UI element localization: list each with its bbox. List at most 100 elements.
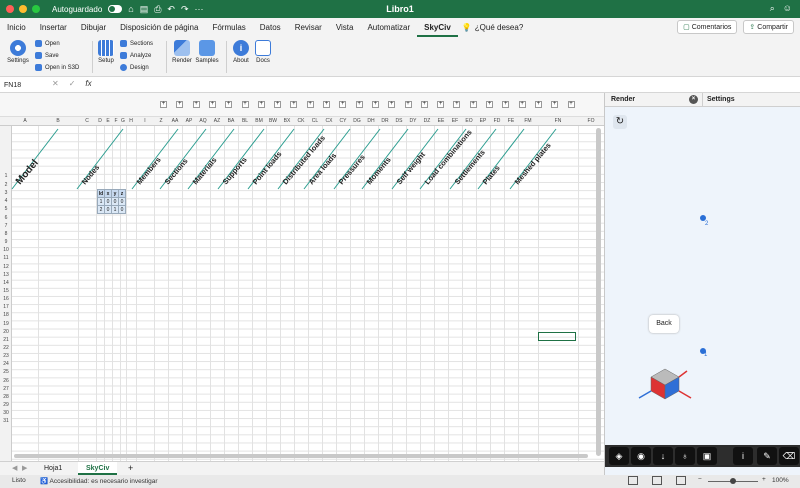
table-header-cell[interactable]: Id: [97, 189, 105, 198]
row-header[interactable]: 23: [0, 353, 12, 359]
ribbon-tab-disposici-n-de-p-gina[interactable]: Disposición de página: [113, 18, 205, 37]
render-tab[interactable]: Render: [611, 96, 635, 103]
ribbon-tab-dibujar[interactable]: Dibujar: [74, 18, 113, 37]
row-header[interactable]: 15: [0, 288, 12, 294]
row-header[interactable]: 20: [0, 329, 12, 335]
row-header[interactable]: 10: [0, 247, 12, 253]
row-header[interactable]: 27: [0, 386, 12, 392]
selected-cell[interactable]: [538, 332, 576, 341]
row-header[interactable]: 6: [0, 215, 12, 221]
tell-me[interactable]: 💡 ¿Qué desea?: [462, 23, 523, 32]
add-sheet-button[interactable]: +: [120, 462, 141, 475]
page-layout-icon[interactable]: [652, 476, 662, 485]
back-button[interactable]: Back: [649, 315, 679, 333]
table-cell[interactable]: 1: [111, 205, 119, 214]
ribbon-tab-inicio[interactable]: Inicio: [0, 18, 33, 37]
row-header[interactable]: 28: [0, 394, 12, 400]
table-cell[interactable]: 0: [104, 197, 112, 206]
ribbon-tab-datos[interactable]: Datos: [253, 18, 288, 37]
table-cell[interactable]: 0: [111, 197, 119, 206]
samples-button[interactable]: Samples: [195, 40, 219, 64]
setup-button[interactable]: Setup: [96, 40, 116, 64]
row-header[interactable]: 30: [0, 410, 12, 416]
row-header[interactable]: 19: [0, 321, 12, 327]
pencil-icon[interactable]: ✎: [757, 447, 777, 465]
ribbon-tab-automatizar[interactable]: Automatizar: [360, 18, 417, 37]
camera-icon[interactable]: ▣: [697, 447, 717, 465]
view-cube-icon[interactable]: [635, 365, 695, 405]
row-header[interactable]: 29: [0, 402, 12, 408]
render-button[interactable]: Render: [171, 40, 193, 64]
analyze-button[interactable]: Analyze: [120, 52, 151, 59]
ribbon-tab-revisar[interactable]: Revisar: [288, 18, 329, 37]
zoom-in-button[interactable]: +: [762, 476, 766, 483]
zoom-out-button[interactable]: −: [698, 476, 702, 483]
row-header[interactable]: 16: [0, 296, 12, 302]
eye-icon[interactable]: ◉: [631, 447, 651, 465]
refresh-button[interactable]: ↻: [613, 115, 627, 129]
cancel-formula-icon[interactable]: ✕: [52, 79, 59, 88]
row-header[interactable]: 24: [0, 361, 12, 367]
info-icon[interactable]: i: [733, 447, 753, 465]
account-icon[interactable]: ☺: [783, 3, 792, 14]
accessibility-status[interactable]: ♿ Accesibilidad: es necesario investigar: [40, 477, 158, 485]
row-header[interactable]: 31: [0, 418, 12, 424]
layers-icon[interactable]: ◈: [609, 447, 629, 465]
horizontal-scrollbar[interactable]: [14, 454, 588, 458]
eraser-icon[interactable]: ⌫: [779, 447, 799, 465]
table-header-cell[interactable]: z: [118, 189, 126, 198]
ribbon-tab-skyciv[interactable]: SkyCiv: [417, 18, 458, 37]
row-header[interactable]: 22: [0, 345, 12, 351]
row-header[interactable]: 18: [0, 312, 12, 318]
table-header-cell[interactable]: y: [111, 189, 119, 198]
name-box[interactable]: FN18: [4, 80, 44, 91]
download-icon[interactable]: ↓: [653, 447, 673, 465]
settings-button[interactable]: Settings: [4, 40, 32, 64]
nodes-table: Id x y z 1 0 0 0 2 0 1 0: [97, 189, 126, 214]
comments-button[interactable]: ▢ Comentarios: [677, 20, 738, 34]
open-button[interactable]: Open: [35, 40, 60, 47]
save-button[interactable]: Save: [35, 52, 59, 59]
settings-tab[interactable]: Settings: [707, 96, 735, 103]
worksheet[interactable]: + + + + + + + + + + + + + + + + + + + + + + + + + + A B C D E F G H I Z AA A…: [0, 93, 604, 461]
docs-button[interactable]: Docs: [253, 40, 273, 64]
row-header[interactable]: 11: [0, 255, 12, 261]
table-cell[interactable]: 1: [97, 197, 105, 206]
sheet-tab-hoja1[interactable]: Hoja1: [36, 462, 70, 475]
zoom-slider-thumb[interactable]: [730, 478, 736, 484]
row-header[interactable]: 26: [0, 378, 12, 384]
page-break-icon[interactable]: [676, 476, 686, 485]
open-label: Open: [45, 40, 60, 47]
row-header[interactable]: 12: [0, 264, 12, 270]
search-icon[interactable]: ⌕: [770, 3, 775, 14]
row-header[interactable]: 9: [0, 239, 12, 245]
row-header[interactable]: 8: [0, 231, 12, 237]
normal-view-icon[interactable]: [628, 476, 638, 485]
row-header[interactable]: 17: [0, 304, 12, 310]
table-cell[interactable]: 0: [104, 205, 112, 214]
design-button[interactable]: Design: [120, 64, 149, 71]
table-cell[interactable]: 0: [118, 205, 126, 214]
ribbon-tab-insertar[interactable]: Insertar: [33, 18, 74, 37]
about-button[interactable]: i About: [231, 40, 251, 64]
row-header[interactable]: 21: [0, 337, 12, 343]
sheet-tab-skyciv[interactable]: SkyCiv: [78, 462, 118, 475]
confirm-formula-icon[interactable]: ✓: [69, 79, 76, 88]
row-header[interactable]: 14: [0, 280, 12, 286]
function-icon[interactable]: fx: [85, 79, 91, 88]
table-cell[interactable]: 0: [118, 197, 126, 206]
ribbon-tab-vista[interactable]: Vista: [329, 18, 361, 37]
close-panel-button[interactable]: ×: [689, 95, 698, 104]
table-header-cell[interactable]: x: [104, 189, 112, 198]
bulb-icon[interactable]: ♁: [675, 447, 695, 465]
next-sheet-icon[interactable]: ▶: [14, 462, 35, 475]
row-header[interactable]: 13: [0, 272, 12, 278]
sections-button[interactable]: Sections: [120, 40, 153, 47]
row-header[interactable]: 7: [0, 223, 12, 229]
row-header[interactable]: 25: [0, 369, 12, 375]
ribbon-tab-f-rmulas[interactable]: Fórmulas: [205, 18, 252, 37]
table-cell[interactable]: 2: [97, 205, 105, 214]
open-in-s3d-button[interactable]: Open in S3D: [35, 64, 79, 71]
vertical-scrollbar[interactable]: [596, 128, 601, 456]
share-button[interactable]: ⇪ Compartir: [743, 20, 794, 34]
